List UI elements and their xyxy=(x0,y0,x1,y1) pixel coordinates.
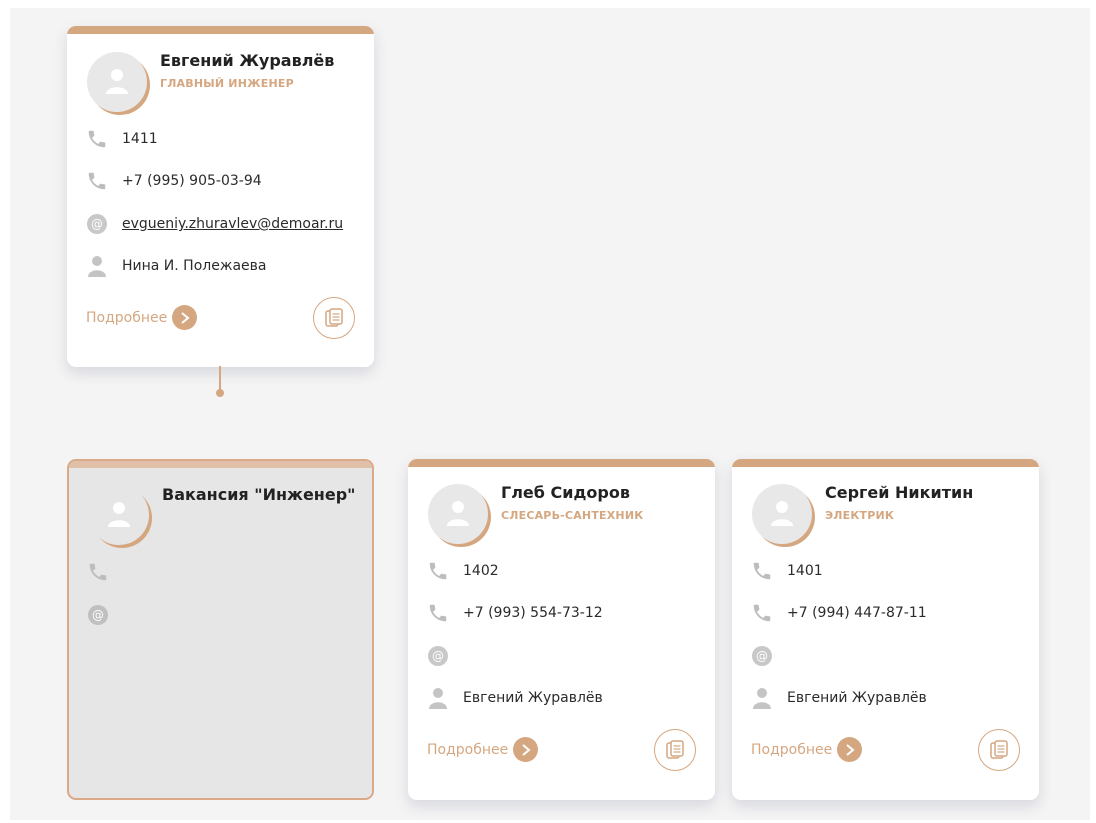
chevron-right-icon xyxy=(172,305,198,330)
user-icon xyxy=(771,501,793,526)
manager-icon xyxy=(86,255,108,277)
email-icon: @ xyxy=(87,604,109,626)
details-link[interactable]: Подробнее xyxy=(751,737,863,762)
svg-text:@: @ xyxy=(91,217,103,231)
avatar[interactable] xyxy=(428,484,488,544)
chevron-right-icon xyxy=(837,737,863,762)
details-label: Подробнее xyxy=(86,309,168,326)
phone-number[interactable]: +7 (995) 905-03-94 xyxy=(122,173,262,189)
phone-row: +7 (995) 905-03-94 xyxy=(86,169,262,193)
phone-row: +7 (994) 447-87-11 xyxy=(751,601,927,625)
svg-text:@: @ xyxy=(92,608,104,622)
employee-role: ГЛАВНЫЙ ИНЖЕНЕР xyxy=(160,77,294,90)
manager-icon xyxy=(751,687,773,709)
employee-name[interactable]: Глеб Сидоров xyxy=(501,483,630,502)
extension-number[interactable]: 1401 xyxy=(787,563,823,579)
email-row: @ xyxy=(751,644,787,668)
hierarchy-connector xyxy=(219,366,221,391)
details-link[interactable]: Подробнее xyxy=(86,305,198,330)
manager-icon xyxy=(427,687,449,709)
employee-card: Сергей Никитин ЭЛЕКТРИК 1401 +7 (994) 44… xyxy=(732,459,1039,800)
employee-name[interactable]: Сергей Никитин xyxy=(825,483,973,502)
chevron-right-icon xyxy=(513,737,539,762)
user-icon xyxy=(108,502,130,527)
phone-icon xyxy=(86,128,108,150)
avatar xyxy=(89,485,149,545)
user-icon xyxy=(447,501,469,526)
extension-row: 1402 xyxy=(427,559,499,583)
manager-name[interactable]: Евгений Журавлёв xyxy=(787,690,927,706)
extension-row: 1401 xyxy=(751,559,823,583)
phone-icon xyxy=(427,560,449,582)
phone-row: +7 (993) 554-73-12 xyxy=(427,601,603,625)
manager-row: Нина И. Полежаева xyxy=(86,254,266,278)
details-label: Подробнее xyxy=(427,741,509,758)
details-link[interactable]: Подробнее xyxy=(427,737,539,762)
document-button[interactable] xyxy=(978,729,1020,771)
extension-number[interactable]: 1411 xyxy=(122,131,158,147)
extension-row xyxy=(87,560,123,584)
email-link[interactable]: evgueniy.zhuravlev@demoar.ru xyxy=(122,216,343,232)
phone-icon xyxy=(751,560,773,582)
document-button[interactable] xyxy=(313,297,355,339)
manager-name[interactable]: Евгений Журавлёв xyxy=(463,690,603,706)
user-icon xyxy=(106,69,128,94)
svg-text:@: @ xyxy=(432,649,444,663)
vacancy-title[interactable]: Вакансия "Инженер" xyxy=(162,485,356,504)
phone-icon xyxy=(87,561,109,583)
avatar[interactable] xyxy=(752,484,812,544)
manager-row: Евгений Журавлёв xyxy=(427,686,603,710)
manager-row: Евгений Журавлёв xyxy=(751,686,927,710)
vacancy-card: Вакансия "Инженер" @ xyxy=(67,459,374,800)
document-button[interactable] xyxy=(654,729,696,771)
svg-text:@: @ xyxy=(756,649,768,663)
avatar[interactable] xyxy=(87,52,147,112)
extension-row: 1411 xyxy=(86,127,158,151)
employee-name[interactable]: Евгений Журавлёв xyxy=(160,51,334,70)
mobile-phone-icon xyxy=(751,602,773,624)
email-row: @ xyxy=(87,603,123,627)
extension-number[interactable]: 1402 xyxy=(463,563,499,579)
email-icon: @ xyxy=(427,645,449,667)
document-icon xyxy=(666,740,684,759)
employee-card: Глеб Сидоров СЛЕСАРЬ-САНТЕХНИК 1402 +7 (… xyxy=(408,459,715,800)
document-icon xyxy=(325,308,343,327)
employee-card: Евгений Журавлёв ГЛАВНЫЙ ИНЖЕНЕР 1411 +7… xyxy=(67,26,374,367)
employee-role: СЛЕСАРЬ-САНТЕХНИК xyxy=(501,509,644,522)
details-label: Подробнее xyxy=(751,741,833,758)
email-row: @ xyxy=(427,644,463,668)
phone-number[interactable]: +7 (993) 554-73-12 xyxy=(463,605,603,621)
mobile-phone-icon xyxy=(86,170,108,192)
employee-role: ЭЛЕКТРИК xyxy=(825,509,895,522)
email-icon: @ xyxy=(751,645,773,667)
email-icon: @ xyxy=(86,213,108,235)
email-row: @ evgueniy.zhuravlev@demoar.ru xyxy=(86,212,343,236)
document-icon xyxy=(990,740,1008,759)
connector-node xyxy=(216,389,224,397)
phone-number[interactable]: +7 (994) 447-87-11 xyxy=(787,605,927,621)
manager-name[interactable]: Нина И. Полежаева xyxy=(122,258,266,274)
mobile-phone-icon xyxy=(427,602,449,624)
